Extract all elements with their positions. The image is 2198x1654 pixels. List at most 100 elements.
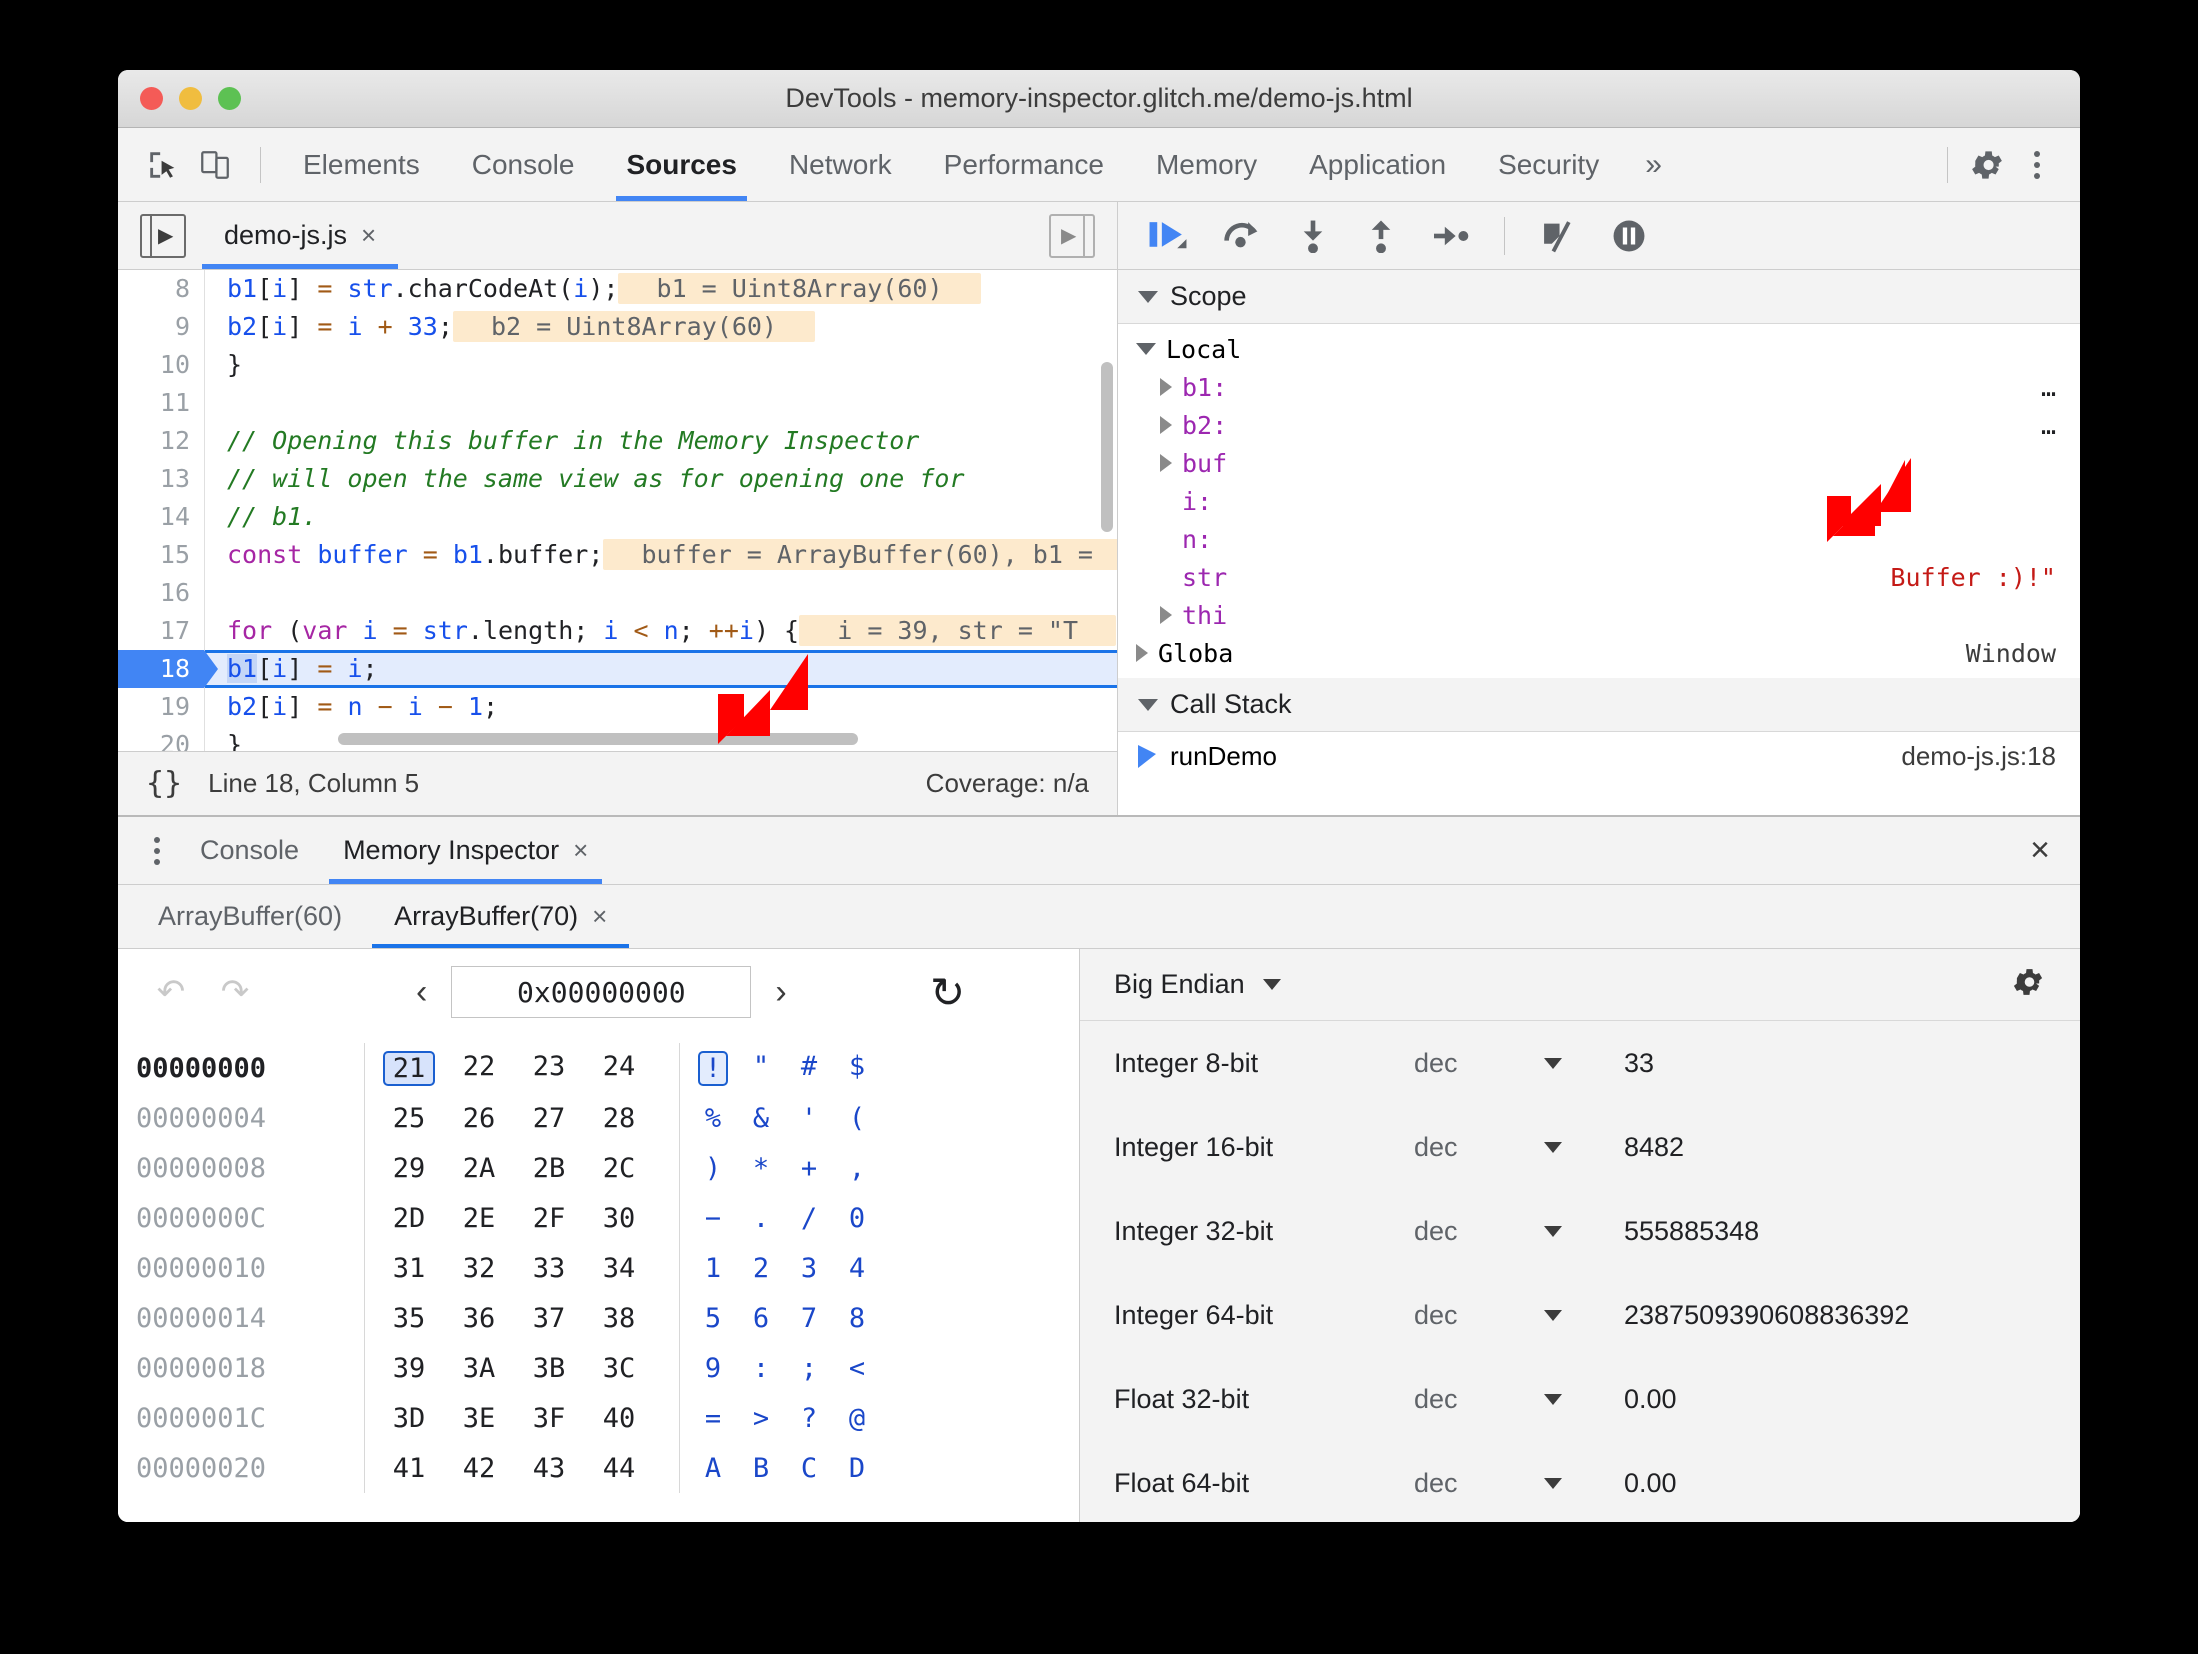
ascii-char[interactable]: 2 xyxy=(746,1253,776,1284)
hex-row[interactable]: 00000018 39 3A 3B 3C 9:; < xyxy=(136,1343,1079,1393)
scope-variable-row[interactable]: n: xyxy=(1118,520,2080,558)
ascii-char[interactable]: * xyxy=(746,1153,776,1184)
chevron-down-icon[interactable] xyxy=(1262,979,1281,990)
show-navigator-icon[interactable]: ▶ xyxy=(140,213,186,258)
file-tab-demo-js[interactable]: demo-js.js × xyxy=(202,202,399,269)
ascii-char[interactable]: " xyxy=(746,1051,776,1086)
hex-byte[interactable]: 31 xyxy=(383,1253,435,1284)
ascii-char[interactable]: ( xyxy=(842,1103,872,1134)
chevron-right-icon[interactable] xyxy=(1160,454,1172,472)
line-number[interactable]: 9 xyxy=(118,308,204,346)
hex-byte[interactable]: 35 xyxy=(383,1303,435,1334)
hex-byte[interactable]: 34 xyxy=(593,1253,645,1284)
code-line[interactable]: 14 // b1. xyxy=(118,498,1117,536)
hex-row[interactable]: 00000020 41 42 43 44 A B C D xyxy=(136,1443,1079,1493)
chevron-right-icon[interactable] xyxy=(1160,606,1172,624)
code-line[interactable]: 17 for (var i = str.length; i < n; ++i) {… xyxy=(118,612,1117,650)
line-number[interactable]: 10 xyxy=(118,346,204,384)
code-line[interactable]: 18 b1[i] = i; xyxy=(118,650,1117,688)
pause-on-exceptions-icon[interactable] xyxy=(1611,219,1647,253)
call-stack-section-header[interactable]: Call Stack xyxy=(1118,678,2080,732)
buffer-tab-arraybuffer-60[interactable]: ArrayBuffer(60) xyxy=(132,885,368,948)
hex-byte[interactable]: 22 xyxy=(453,1051,505,1086)
gear-icon[interactable] xyxy=(1964,142,2010,188)
ascii-char[interactable]: 3 xyxy=(794,1253,824,1284)
step-out-icon[interactable] xyxy=(1364,219,1398,253)
scope-variable-row[interactable]: str Buffer :)!" xyxy=(1118,558,2080,596)
ascii-char[interactable]: . xyxy=(746,1203,776,1234)
hex-byte[interactable]: 3C xyxy=(593,1353,645,1384)
ascii-char[interactable]: : xyxy=(746,1353,776,1384)
scope-variable-row[interactable]: thi xyxy=(1118,596,2080,634)
scope-local-header[interactable]: Local xyxy=(1118,330,2080,368)
code-line[interactable]: 19 b2[i] = n − i − 1; xyxy=(118,688,1117,726)
redo-icon[interactable]: ↷ xyxy=(208,965,262,1019)
chevron-down-icon[interactable] xyxy=(1544,1057,1562,1069)
ascii-char[interactable]: $ xyxy=(842,1051,872,1086)
editor-vertical-scrollbar[interactable] xyxy=(1101,362,1113,532)
ascii-char[interactable]: 7 xyxy=(794,1303,824,1334)
value-mode-select[interactable]: dec xyxy=(1414,1216,1544,1247)
hex-byte[interactable]: 37 xyxy=(523,1303,575,1334)
value-mode-caret[interactable] xyxy=(1544,1141,1624,1153)
ascii-char[interactable]: ' xyxy=(794,1103,824,1134)
pretty-print-icon[interactable]: {} xyxy=(146,766,182,801)
value-mode-select[interactable]: dec xyxy=(1414,1132,1544,1163)
value-mode-select[interactable]: dec xyxy=(1414,1048,1544,1079)
line-number[interactable]: 20 xyxy=(118,726,204,751)
tab-sources[interactable]: Sources xyxy=(600,128,763,201)
previous-page-icon[interactable]: ‹ xyxy=(402,973,441,1012)
hex-byte[interactable]: 2D xyxy=(383,1203,435,1234)
hex-byte[interactable]: 3F xyxy=(523,1403,575,1434)
hex-byte[interactable]: 2F xyxy=(523,1203,575,1234)
scope-variable-row[interactable]: b1:… xyxy=(1118,368,2080,406)
code-line[interactable]: 9 b2[i] = i + 33; b2 = Uint8Array(60) xyxy=(118,308,1117,346)
hex-byte[interactable]: 40 xyxy=(593,1403,645,1434)
hex-byte[interactable]: 3D xyxy=(383,1403,435,1434)
undo-icon[interactable]: ↶ xyxy=(144,965,198,1019)
hex-row[interactable]: 00000014 35 36 37 38 5 6 7 8 xyxy=(136,1293,1079,1343)
value-mode-caret[interactable] xyxy=(1544,1477,1624,1489)
value-mode-caret[interactable] xyxy=(1544,1057,1624,1069)
hex-byte[interactable]: 2E xyxy=(453,1203,505,1234)
refresh-icon[interactable]: ↻ xyxy=(921,965,975,1019)
line-number[interactable]: 15 xyxy=(118,536,204,574)
ascii-char[interactable]: 4 xyxy=(842,1253,872,1284)
step-into-icon[interactable] xyxy=(1296,219,1330,253)
value-inspector-settings-gear-icon[interactable] xyxy=(2010,964,2046,1005)
ascii-char[interactable]: ! xyxy=(698,1050,728,1086)
scope-variable-row[interactable]: i: xyxy=(1118,482,2080,520)
tab-performance[interactable]: Performance xyxy=(918,128,1130,201)
code-line[interactable]: 13 // will open the same view as for open… xyxy=(118,460,1117,498)
chevron-down-icon[interactable] xyxy=(1544,1141,1562,1153)
hex-byte[interactable]: 28 xyxy=(593,1103,645,1134)
code-line[interactable]: 12 // Opening this buffer in the Memory I… xyxy=(118,422,1117,460)
hex-byte[interactable]: 2A xyxy=(453,1153,505,1184)
hex-byte[interactable]: 44 xyxy=(593,1453,645,1484)
value-mode-caret[interactable] xyxy=(1544,1225,1624,1237)
ascii-char[interactable]: & xyxy=(746,1103,776,1134)
code-line[interactable]: 16 xyxy=(118,574,1117,612)
hex-byte[interactable]: 25 xyxy=(383,1103,435,1134)
scope-section-header[interactable]: Scope xyxy=(1118,270,2080,324)
code-editor[interactable]: 8 b1[i] = str.charCodeAt(i); b1 = Uint8Ar… xyxy=(118,270,1117,751)
call-stack-row[interactable]: runDemo demo-js.js:18 xyxy=(1118,732,2080,780)
line-number[interactable]: 16 xyxy=(118,574,204,612)
ascii-char[interactable]: 6 xyxy=(746,1303,776,1334)
hex-byte[interactable]: 36 xyxy=(453,1303,505,1334)
drawer-tab-close-icon[interactable]: × xyxy=(573,835,588,866)
code-line[interactable]: 8 b1[i] = str.charCodeAt(i); b1 = Uint8Ar… xyxy=(118,270,1117,308)
value-mode-select[interactable]: dec xyxy=(1414,1384,1544,1415)
file-tab-close-icon[interactable]: × xyxy=(361,220,376,251)
tab-elements[interactable]: Elements xyxy=(277,128,446,201)
tab-console[interactable]: Console xyxy=(446,128,601,201)
hex-byte[interactable]: 32 xyxy=(453,1253,505,1284)
hex-byte[interactable]: 2C xyxy=(593,1153,645,1184)
resume-script-execution-icon[interactable] xyxy=(1148,219,1188,253)
hex-byte[interactable]: 43 xyxy=(523,1453,575,1484)
hex-byte[interactable]: 41 xyxy=(383,1453,435,1484)
chevron-right-icon[interactable] xyxy=(1160,416,1172,434)
drawer-more-options-icon[interactable] xyxy=(136,836,178,865)
buffer-tab-close-icon[interactable]: × xyxy=(592,901,607,932)
hex-byte[interactable]: 3B xyxy=(523,1353,575,1384)
